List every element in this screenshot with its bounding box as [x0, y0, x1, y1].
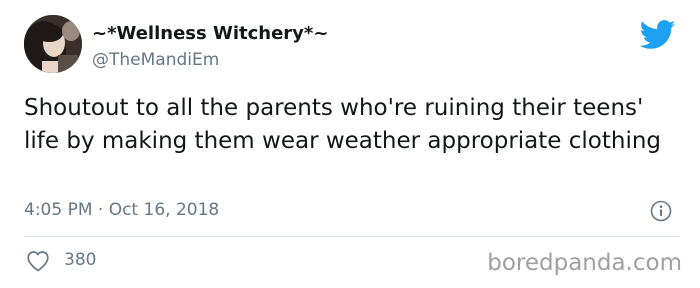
like-count: 380: [64, 250, 97, 270]
info-icon[interactable]: [650, 200, 672, 222]
tweet-text: Shoutout to all the parents who're ruini…: [24, 95, 662, 154]
watermark: boredpanda.com: [487, 250, 682, 276]
heart-icon[interactable]: [26, 250, 50, 272]
divider: [24, 236, 680, 237]
avatar-image: [24, 15, 82, 73]
tweet-timestamp[interactable]: 4:05 PM · Oct 16, 2018: [24, 200, 219, 220]
author-handle[interactable]: @TheMandiEm: [92, 50, 219, 70]
avatar[interactable]: [24, 15, 82, 73]
author-display-name[interactable]: ~*Wellness Witchery*~: [92, 23, 328, 44]
twitter-bird-icon[interactable]: [640, 20, 676, 50]
